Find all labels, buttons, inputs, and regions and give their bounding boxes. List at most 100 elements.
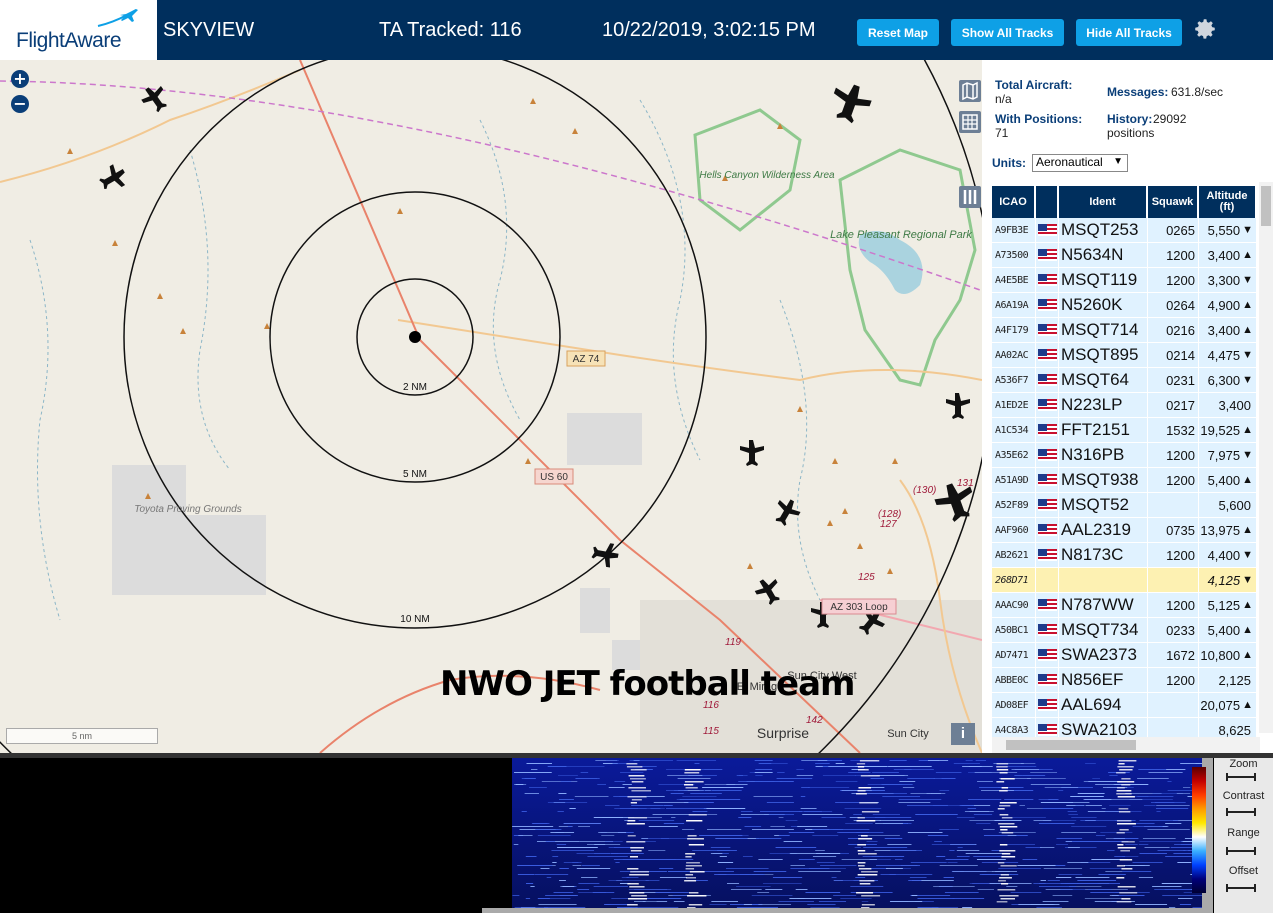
cell-icao: AB2621 bbox=[992, 543, 1035, 567]
place-label-toyota: Toyota Proving Grounds bbox=[134, 504, 241, 515]
table-row[interactable]: AD08EF AAL694 20,075 ▲ bbox=[992, 693, 1256, 718]
map-canvas: 2 NM 5 NM 10 NM AZ 74 US 60 AZ 303 Loop … bbox=[0, 60, 982, 753]
us-flag-icon bbox=[1038, 399, 1057, 411]
hide-all-tracks-button[interactable]: Hide All Tracks bbox=[1076, 19, 1182, 46]
waterfall-display[interactable] bbox=[482, 758, 1202, 908]
table-row[interactable]: A6A19A N5260K 0264 4,900 ▲ bbox=[992, 293, 1256, 318]
color-scale-bar bbox=[1192, 767, 1206, 893]
altitude-trend: ▼ bbox=[1242, 374, 1253, 386]
sidebar-horizontal-scrollbar[interactable] bbox=[992, 737, 1260, 753]
cell-ident: MSQT119 bbox=[1059, 268, 1147, 292]
table-row[interactable]: A536F7 MSQT64 0231 6,300 ▼ bbox=[992, 368, 1256, 393]
cell-altitude: 2,125 bbox=[1199, 668, 1256, 692]
reset-map-button[interactable]: Reset Map bbox=[857, 19, 939, 46]
cell-flag bbox=[1036, 418, 1058, 442]
column-header-icao[interactable]: ICAO bbox=[992, 186, 1035, 218]
table-row[interactable]: ABBE0C N856EF 1200 2,125 bbox=[992, 668, 1256, 693]
altitude-value: 4,900 bbox=[1207, 297, 1241, 313]
cell-squawk bbox=[1148, 693, 1198, 717]
cell-ident: AAL694 bbox=[1059, 693, 1147, 717]
info-button[interactable]: i bbox=[951, 723, 975, 745]
grid-toggle-icon[interactable] bbox=[959, 111, 981, 133]
scrollbar-thumb[interactable] bbox=[1261, 186, 1271, 226]
cell-squawk: 1532 bbox=[1148, 418, 1198, 442]
zoom-slider[interactable] bbox=[1226, 773, 1256, 781]
column-header-ident[interactable]: Ident bbox=[1059, 186, 1147, 218]
cell-icao: A51A9D bbox=[992, 468, 1035, 492]
table-row[interactable]: AA02AC MSQT895 0214 4,475 ▼ bbox=[992, 343, 1256, 368]
zoom-out-button[interactable]: − bbox=[11, 95, 29, 113]
table-row[interactable]: A4E5BE MSQT119 1200 3,300 ▼ bbox=[992, 268, 1256, 293]
table-row[interactable]: A9FB3E MSQT253 0265 5,550 ▼ bbox=[992, 218, 1256, 243]
altitude-value: 2,125 bbox=[1218, 672, 1251, 688]
table-row[interactable]: A1ED2E N223LP 0217 3,400 bbox=[992, 393, 1256, 418]
road-label-127: 127 bbox=[880, 519, 897, 530]
cell-flag bbox=[1036, 368, 1058, 392]
columns-toggle-icon[interactable] bbox=[959, 186, 981, 208]
cell-altitude: 5,400 ▲ bbox=[1199, 618, 1256, 642]
table-row[interactable]: AAF960 AAL2319 0735 13,975 ▲ bbox=[992, 518, 1256, 543]
table-row[interactable]: AAAC90 N787WW 1200 5,125 ▲ bbox=[992, 593, 1256, 618]
cell-squawk: 0217 bbox=[1148, 393, 1198, 417]
flightaware-logo[interactable]: FlightAware bbox=[0, 0, 157, 60]
show-all-tracks-button[interactable]: Show All Tracks bbox=[951, 19, 1064, 46]
table-row[interactable]: A4F179 MSQT714 0216 3,400 ▲ bbox=[992, 318, 1256, 343]
cell-ident bbox=[1059, 568, 1147, 592]
table-row[interactable]: AB2621 N8173C 1200 4,400 ▼ bbox=[992, 543, 1256, 568]
cell-ident: MSQT714 bbox=[1059, 318, 1147, 342]
us-flag-icon bbox=[1038, 349, 1057, 361]
altitude-value: 5,400 bbox=[1207, 622, 1241, 638]
cell-ident: MSQT895 bbox=[1059, 343, 1147, 367]
aircraft-sidebar: Total Aircraft: n/a Messages: 631.8/sec … bbox=[982, 60, 1273, 753]
waterfall-frame bbox=[470, 758, 1213, 913]
column-header-altitude[interactable]: Altitude (ft) bbox=[1199, 186, 1256, 218]
cell-squawk: 1200 bbox=[1148, 443, 1198, 467]
road-label-az74: AZ 74 bbox=[573, 354, 600, 365]
table-row[interactable]: AD7471 SWA2373 1672 10,800 ▲ bbox=[992, 643, 1256, 668]
table-row[interactable]: A52F89 MSQT52 5,600 bbox=[992, 493, 1256, 518]
total-aircraft-value: n/a bbox=[995, 92, 1012, 106]
table-row[interactable]: A1C534 FFT2151 1532 19,525 ▲ bbox=[992, 418, 1256, 443]
cell-icao: A50BC1 bbox=[992, 618, 1035, 642]
map-view[interactable]: 2 NM 5 NM 10 NM AZ 74 US 60 AZ 303 Loop … bbox=[0, 60, 982, 753]
scrollbar-thumb[interactable] bbox=[1006, 740, 1136, 750]
with-positions-value: 71 bbox=[995, 126, 1009, 140]
table-row[interactable]: A35E62 N316PB 1200 7,975 ▼ bbox=[992, 443, 1256, 468]
history-value: 29092 positions bbox=[1107, 112, 1187, 140]
units-select[interactable]: Aeronautical ▼ bbox=[1032, 154, 1128, 172]
cell-flag bbox=[1036, 518, 1058, 542]
scale-bar: 5 nm bbox=[6, 728, 158, 744]
cell-flag bbox=[1036, 343, 1058, 367]
place-label-surprise: Surprise bbox=[757, 725, 809, 741]
altitude-trend: ▼ bbox=[1242, 224, 1253, 236]
road-label-128: (128) bbox=[878, 509, 901, 520]
map-layers-icon[interactable] bbox=[959, 80, 981, 102]
cell-altitude: 5,400 ▲ bbox=[1199, 468, 1256, 492]
gear-icon[interactable] bbox=[1192, 16, 1218, 42]
cell-icao: ABBE0C bbox=[992, 668, 1035, 692]
table-row[interactable]: 268D71 4,125 ▼ bbox=[992, 568, 1256, 593]
altitude-trend: ▲ bbox=[1242, 699, 1253, 711]
cell-ident: N787WW bbox=[1059, 593, 1147, 617]
cell-altitude: 5,125 ▲ bbox=[1199, 593, 1256, 617]
tracked-count: TA Tracked: 116 bbox=[379, 19, 522, 41]
cell-squawk: 0264 bbox=[1148, 293, 1198, 317]
contrast-slider[interactable] bbox=[1226, 808, 1256, 816]
cell-squawk: 0233 bbox=[1148, 618, 1198, 642]
zoom-in-button[interactable]: + bbox=[11, 70, 29, 88]
altitude-value: 3,400 bbox=[1207, 322, 1241, 338]
logo-plane-icon bbox=[97, 9, 138, 27]
table-row[interactable]: A73500 N5634N 1200 3,400 ▲ bbox=[992, 243, 1256, 268]
offset-slider[interactable] bbox=[1226, 884, 1256, 892]
altitude-trend: ▲ bbox=[1242, 424, 1253, 436]
zoom-control-label: Zoom bbox=[1229, 758, 1258, 770]
column-header-flag[interactable] bbox=[1036, 186, 1058, 218]
cell-icao: A35E62 bbox=[992, 443, 1035, 467]
sidebar-vertical-scrollbar[interactable] bbox=[1259, 182, 1273, 733]
column-header-squawk[interactable]: Squawk bbox=[1148, 186, 1198, 218]
us-flag-icon bbox=[1038, 424, 1057, 436]
table-row[interactable]: A50BC1 MSQT734 0233 5,400 ▲ bbox=[992, 618, 1256, 643]
range-slider[interactable] bbox=[1226, 847, 1256, 855]
contrast-control-label: Contrast bbox=[1222, 790, 1265, 802]
table-row[interactable]: A51A9D MSQT938 1200 5,400 ▲ bbox=[992, 468, 1256, 493]
